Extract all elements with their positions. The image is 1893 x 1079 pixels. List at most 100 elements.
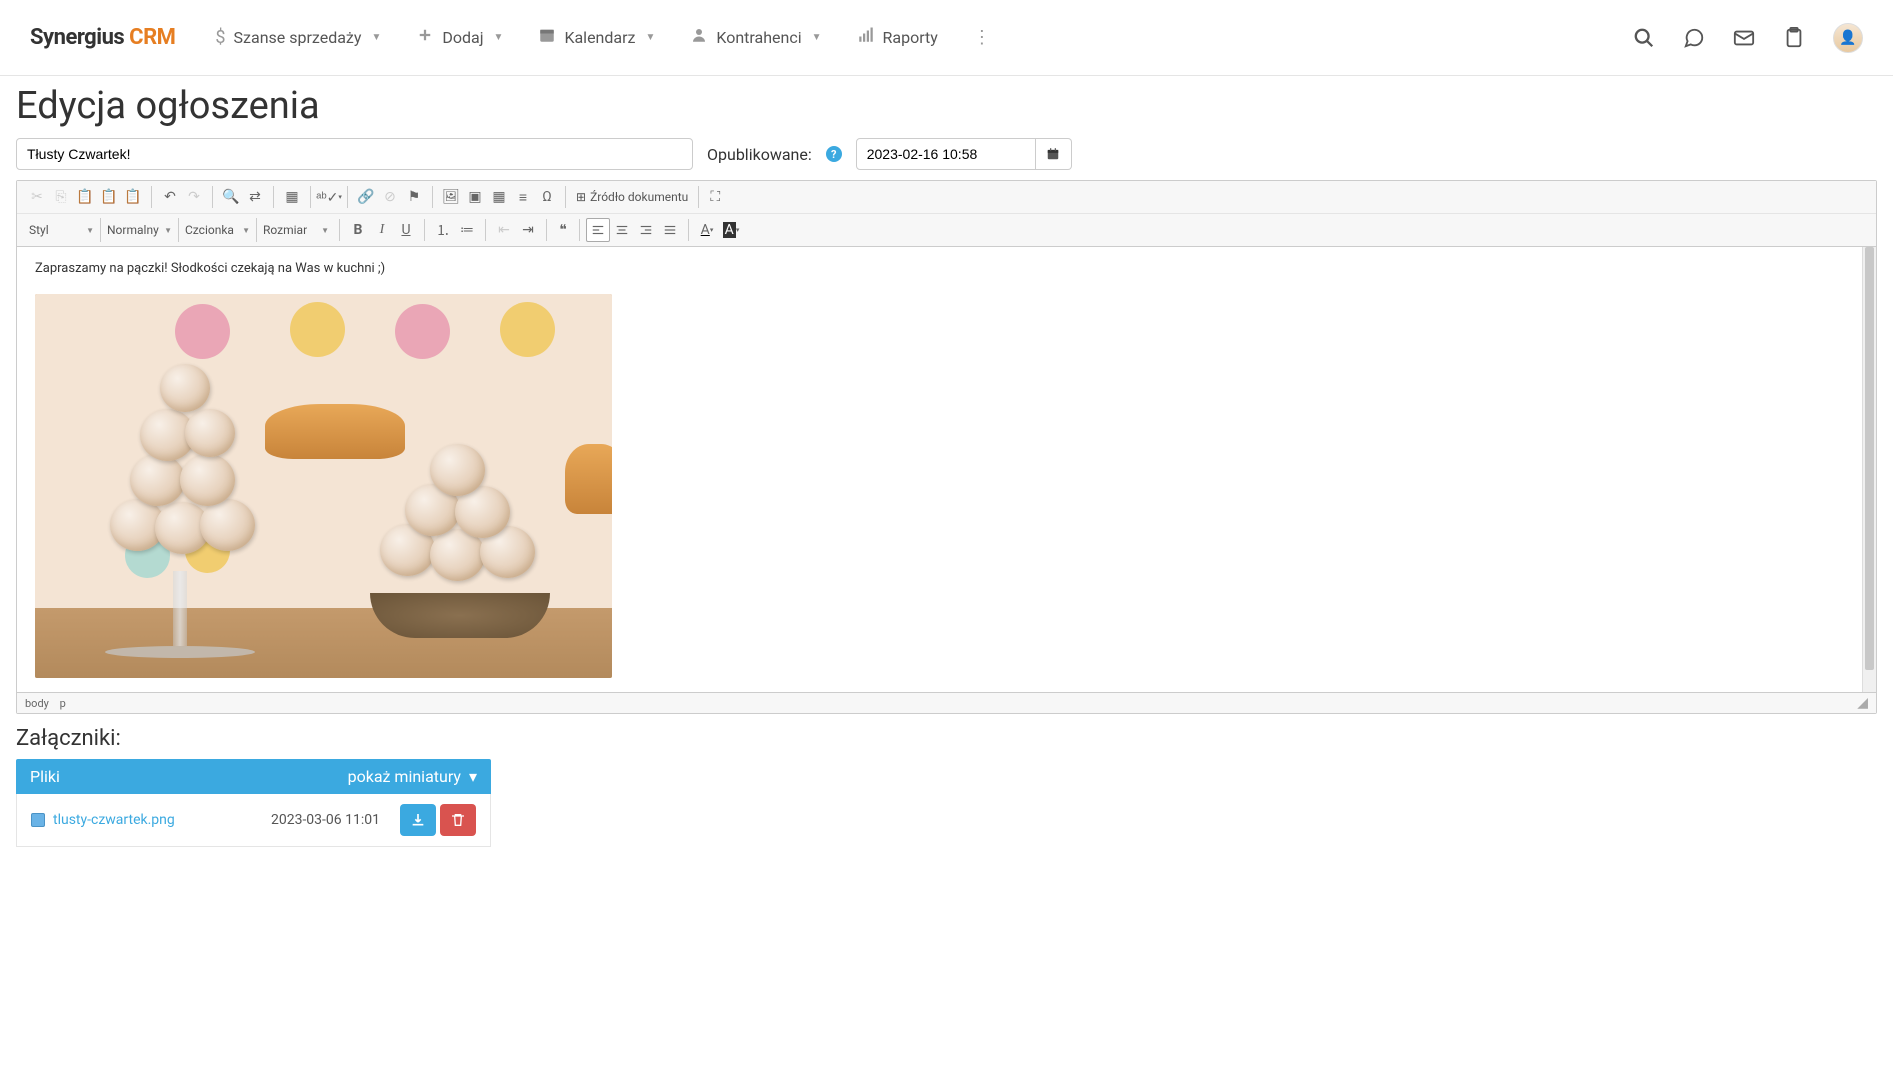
chevron-down-icon: ▾ [469,767,477,786]
editor-scrollbar[interactable] [1862,247,1876,692]
attachments-header: Pliki pokaż miniatury ▾ [16,759,491,794]
find-button[interactable]: 🔍 [219,185,243,209]
unordered-list-button[interactable]: ≔ [455,218,479,242]
select-all-button[interactable]: ▦ [280,185,304,209]
path-p[interactable]: p [60,697,66,710]
download-icon [410,812,426,828]
cut-button[interactable]: ✂ [25,185,49,209]
link-button[interactable]: 🔗 [354,185,378,209]
nav-contractors-label: Kontrahenci [716,28,801,47]
source-label: Źródło dokumentu [590,190,688,204]
editor-body: Zapraszamy na pączki! Słodkości czekają … [17,247,1876,692]
chat-button[interactable] [1683,27,1705,49]
align-right-button[interactable] [634,218,658,242]
style-select[interactable]: Styl▼ [23,218,101,242]
more-vertical-icon: ⋮ [973,27,991,48]
size-select[interactable]: Rozmiar▼ [257,218,335,242]
spellcheck-button[interactable]: ᵃᵇ✓▾ [317,185,341,209]
download-attachment-button[interactable] [400,804,436,836]
show-thumbnails-toggle[interactable]: pokaż miniatury ▾ [348,767,477,786]
indent-button[interactable]: ⇥ [516,218,540,242]
files-label: Pliki [30,767,60,786]
paste-button[interactable]: 📋 [73,185,97,209]
image-button[interactable]: 🖼 [439,185,463,209]
published-date-input[interactable] [856,138,1036,170]
underline-button[interactable]: U [394,218,418,242]
format-select[interactable]: Normalny▼ [101,218,179,242]
unlink-button[interactable]: ⊘ [378,185,402,209]
redo-button[interactable]: ↷ [182,185,206,209]
copy-button[interactable]: ⎘ [49,185,73,209]
nav-reports[interactable]: Raporty [857,26,938,49]
special-char-button[interactable]: Ω [535,185,559,209]
main-nav: $ Szanse sprzedaży ▼ Dodaj ▼ Kalendarz ▼… [215,26,990,49]
logo-brand: Synergius [30,25,124,50]
page-title: Edycja ogłoszenia [16,84,1877,128]
user-avatar[interactable]: 👤 [1833,23,1863,53]
app-header: Synergius CRM $ Szanse sprzedaży ▼ Dodaj… [0,0,1893,76]
nav-reports-label: Raporty [883,28,938,47]
align-center-button[interactable] [610,218,634,242]
thumbnails-label: pokaż miniatury [348,767,461,786]
bold-button[interactable]: B [346,218,370,242]
attachment-row: tlusty-czwartek.png 2023-03-06 11:01 [16,794,491,847]
date-picker-button[interactable] [1036,138,1072,170]
chart-icon [857,26,875,49]
clipboard-button[interactable] [1783,27,1805,49]
paste-text-button[interactable]: 📋 [97,185,121,209]
outdent-button[interactable]: ⇤ [492,218,516,242]
element-path[interactable]: body p [25,697,74,710]
nav-add[interactable]: Dodaj ▼ [416,26,503,49]
editor-embedded-image[interactable] [35,294,612,678]
help-icon[interactable]: ? [826,146,842,162]
announcement-title-input[interactable] [16,138,693,170]
bg-color-button[interactable]: A▾ [719,218,743,242]
nav-add-label: Dodaj [442,28,483,47]
attachment-filename[interactable]: tlusty-czwartek.png [53,812,271,828]
mail-button[interactable] [1733,27,1755,49]
align-justify-button[interactable] [658,218,682,242]
nav-sales-label: Szanse sprzedaży [234,28,362,47]
path-body[interactable]: body [25,697,49,710]
editor-toolbar: ✂ ⎘ 📋 📋 📋 ↶ ↷ 🔍 ⇄ ▦ [17,181,1876,247]
published-label: Opublikowane: [707,145,812,164]
file-type-icon [31,813,45,827]
nav-contractors[interactable]: Kontrahenci ▼ [690,26,821,49]
chevron-down-icon: ▼ [812,32,822,43]
chevron-down-icon: ▼ [645,32,655,43]
calendar-icon [1046,147,1060,161]
logo-suffix: CRM [129,25,175,50]
source-button[interactable]: ⊞ Źródło dokumentu [570,185,694,209]
replace-button[interactable]: ⇄ [243,185,267,209]
nav-calendar-label: Kalendarz [564,28,635,47]
paste-word-button[interactable]: 📋 [121,185,145,209]
user-icon [690,26,708,49]
italic-button[interactable]: I [370,218,394,242]
text-color-button[interactable]: A▾ [695,218,719,242]
nav-more[interactable]: ⋮ [973,27,991,48]
scrollbar-thumb[interactable] [1865,247,1874,670]
embed-button[interactable]: ▣ [463,185,487,209]
table-button[interactable]: ▦ [487,185,511,209]
search-button[interactable] [1633,27,1655,49]
maximize-button[interactable]: ⛶ [703,185,727,209]
editor-content-area[interactable]: Zapraszamy na pączki! Słodkości czekają … [17,247,1862,692]
resize-handle[interactable]: ◢ [1857,695,1868,711]
anchor-button[interactable]: ⚑ [402,185,426,209]
plus-icon [416,26,434,49]
undo-button[interactable]: ↶ [158,185,182,209]
nav-sales[interactable]: $ Szanse sprzedaży ▼ [215,27,381,48]
attachments-panel: Pliki pokaż miniatury ▾ tlusty-czwartek.… [16,759,491,847]
editor-footer: body p ◢ [17,692,1876,713]
rich-text-editor: ✂ ⎘ 📋 📋 📋 ↶ ↷ 🔍 ⇄ ▦ [16,180,1877,714]
ordered-list-button[interactable]: ⒈ [431,218,455,242]
trash-icon [450,812,466,828]
chevron-down-icon: ▼ [494,32,504,43]
align-left-button[interactable] [586,218,610,242]
blockquote-button[interactable]: ❝ [551,218,575,242]
form-row: Opublikowane: ? [16,138,1877,170]
font-select[interactable]: Czcionka▼ [179,218,257,242]
hr-button[interactable]: ≡ [511,185,535,209]
nav-calendar[interactable]: Kalendarz ▼ [538,26,655,49]
delete-attachment-button[interactable] [440,804,476,836]
